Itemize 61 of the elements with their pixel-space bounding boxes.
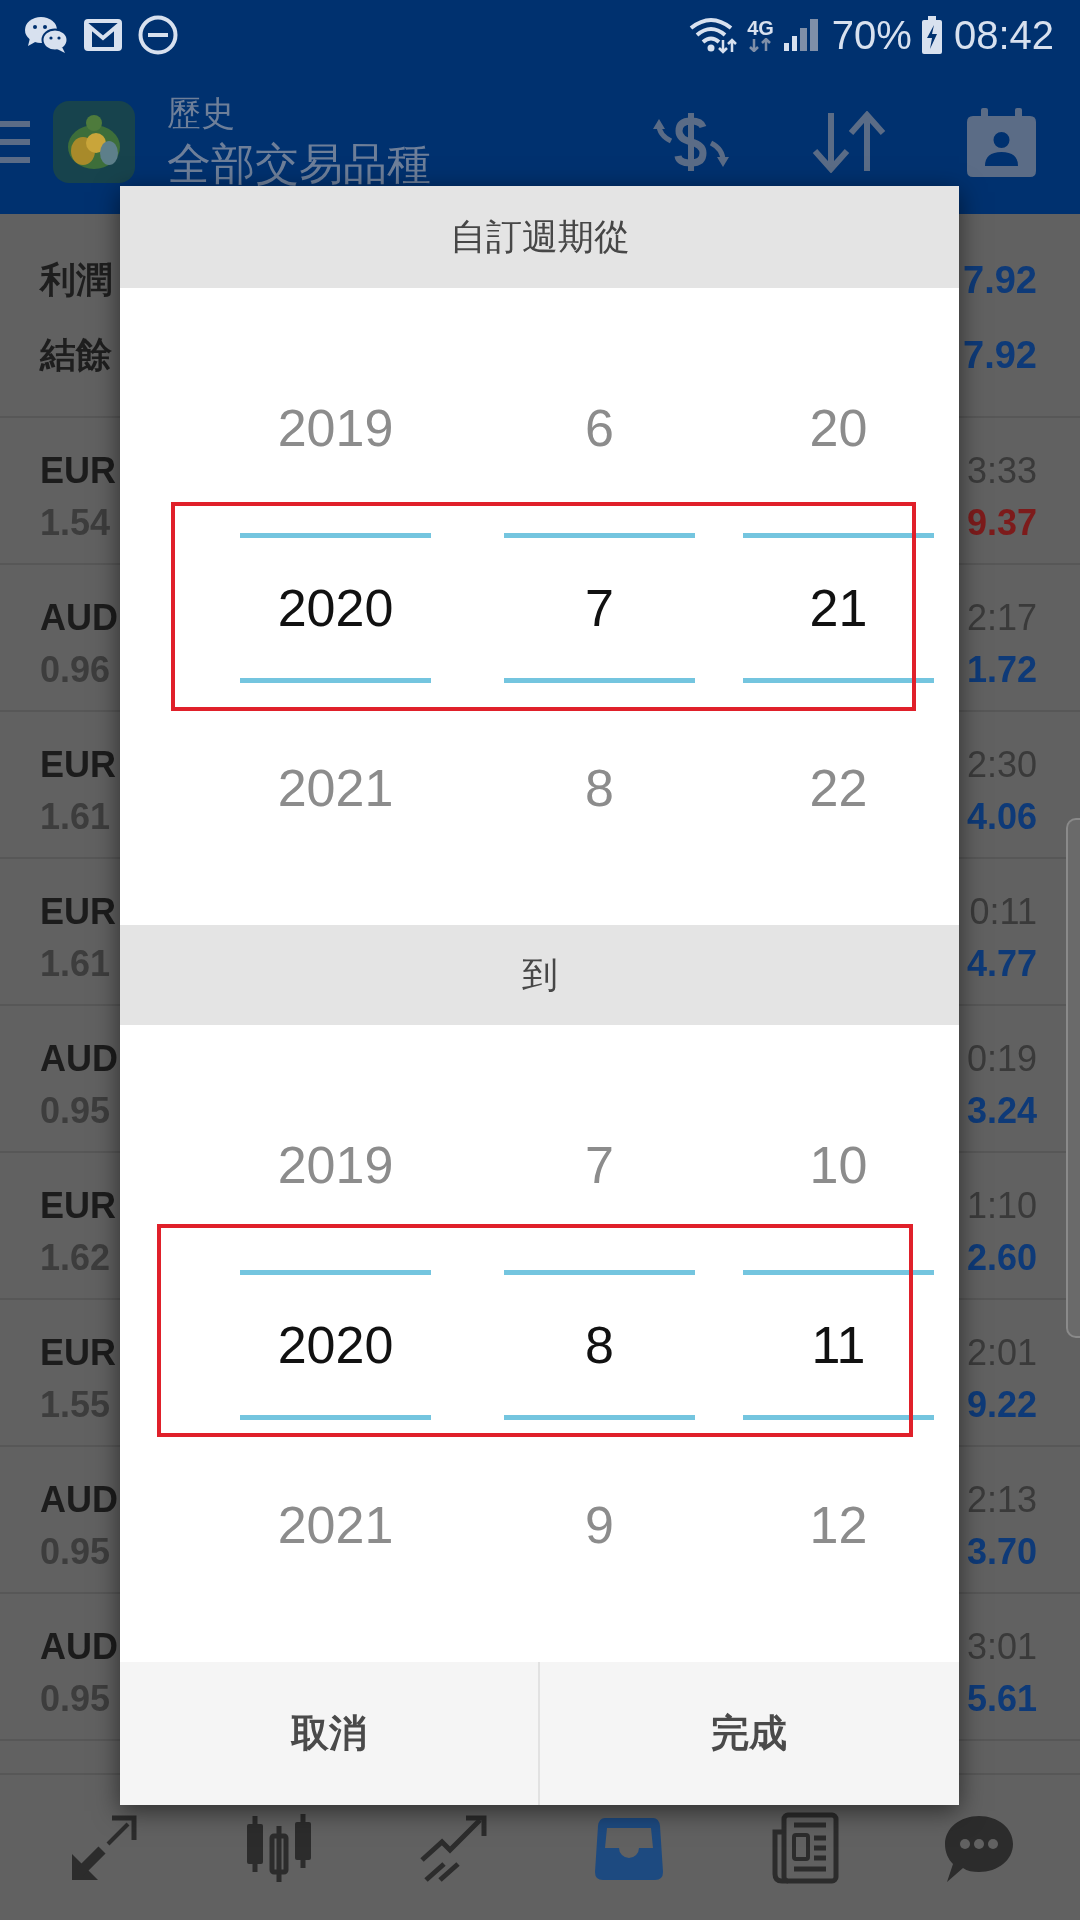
summary-value: 7.92	[963, 258, 1037, 303]
mail-icon	[84, 19, 122, 51]
trade-symbol: EUR	[40, 743, 116, 787]
picker-option[interactable]: 8	[585, 758, 614, 818]
contact-card-icon[interactable]	[967, 107, 1036, 177]
battery-charging-icon	[921, 16, 942, 54]
trade-profit: 9.22	[966, 1383, 1037, 1427]
currency-exchange-icon[interactable]	[651, 111, 731, 173]
battery-percent: 70%	[831, 12, 912, 58]
picker-option[interactable]: 2019	[277, 1135, 394, 1195]
trade-symbol: EUR	[40, 1184, 116, 1228]
range-separator-label: 到	[120, 925, 959, 1025]
cancel-button[interactable]: 取消	[120, 1662, 540, 1805]
picker-option[interactable]: 2021	[277, 758, 394, 818]
menu-icon[interactable]	[0, 121, 30, 163]
wifi-icon	[689, 16, 738, 54]
trade-symbol: AUD	[40, 1037, 118, 1081]
picker-option[interactable]: 22	[809, 758, 868, 818]
trade-profit: 9.37	[966, 501, 1037, 545]
trade-symbol: EUR	[40, 890, 116, 934]
app-logo-icon	[53, 101, 135, 183]
clock-time: 08:42	[953, 12, 1054, 58]
signal-icon	[783, 19, 818, 51]
trade-symbol: EUR	[40, 449, 116, 493]
picker-option[interactable]: 2019	[277, 398, 394, 458]
summary-value: 7.92	[963, 333, 1037, 378]
dialog-title: 自訂週期從	[120, 186, 959, 288]
screen-title: 歷史	[167, 95, 236, 131]
trade-profit: 3.70	[966, 1530, 1037, 1574]
summary-label: 結餘	[40, 333, 112, 377]
picker-option[interactable]: 12	[809, 1495, 868, 1555]
trade-profit: 4.06	[966, 795, 1037, 839]
trade-profit: 2.60	[966, 1236, 1037, 1280]
trade-profit: 3.24	[966, 1089, 1037, 1133]
done-button[interactable]: 完成	[539, 1662, 959, 1805]
picker-selected-value[interactable]: 7	[504, 533, 695, 683]
picker-selected-value[interactable]: 8	[504, 1270, 695, 1420]
trade-symbol: AUD	[40, 1625, 118, 1669]
screen-subtitle: 全部交易品種	[167, 142, 431, 186]
chat-bubbles-icon	[24, 16, 68, 54]
edge-panel-handle[interactable]	[1066, 818, 1080, 1338]
picker-selected-value[interactable]: 2020	[240, 1270, 431, 1420]
summary-label: 利潤	[40, 258, 112, 302]
picker-selected-value[interactable]: 2020	[240, 533, 431, 683]
picker-option[interactable]: 7	[585, 1135, 614, 1195]
trade-symbol: AUD	[40, 596, 118, 640]
network-type-label: 4G	[747, 18, 774, 38]
picker-selected-value[interactable]: 21	[743, 533, 934, 683]
picker-option[interactable]: 9	[585, 1495, 614, 1555]
trade-profit: 4.77	[966, 942, 1037, 986]
do-not-disturb-icon	[138, 15, 178, 55]
trade-symbol: AUD	[40, 1478, 118, 1522]
data-arrows-icon	[748, 38, 773, 52]
picker-option[interactable]: 2021	[277, 1495, 394, 1555]
trade-profit: 1.72	[966, 648, 1037, 692]
picker-option[interactable]: 10	[809, 1135, 868, 1195]
trade-symbol: EUR	[40, 1331, 116, 1375]
picker-option[interactable]: 6	[585, 398, 614, 458]
picker-option[interactable]: 20	[809, 398, 868, 458]
trade-profit: 5.61	[966, 1677, 1037, 1721]
picker-selected-value[interactable]: 11	[743, 1270, 934, 1420]
